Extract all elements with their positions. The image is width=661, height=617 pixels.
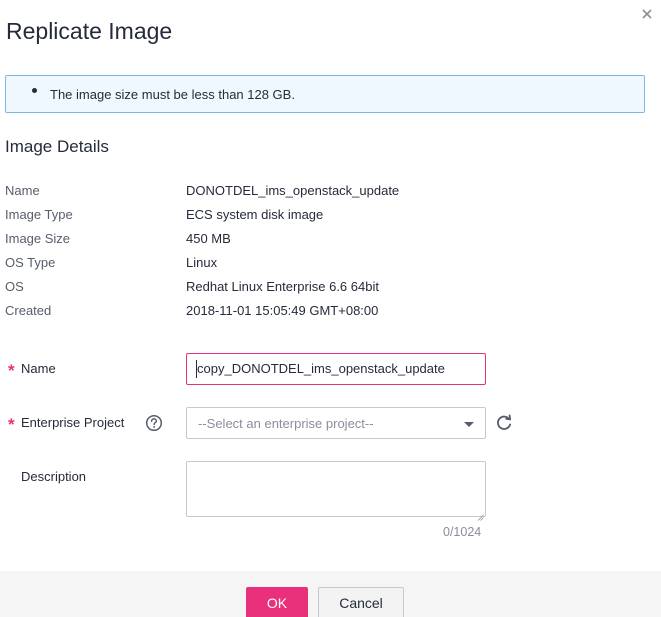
detail-label: Image Size bbox=[5, 231, 71, 246]
detail-row-os: OS Redhat Linux Enterprise 6.6 64bit bbox=[5, 279, 605, 299]
cancel-button[interactable]: Cancel bbox=[318, 587, 404, 617]
detail-row-image-type: Image Type ECS system disk image bbox=[5, 207, 605, 227]
text-cursor bbox=[196, 360, 197, 378]
detail-value: Redhat Linux Enterprise 6.6 64bit bbox=[186, 279, 379, 294]
notice-box: The image size must be less than 128 GB. bbox=[5, 75, 645, 113]
enterprise-project-select[interactable]: --Select an enterprise project-- bbox=[186, 407, 486, 439]
required-mark: * bbox=[8, 415, 15, 434]
chevron-down-icon bbox=[464, 422, 474, 427]
detail-label: OS Type bbox=[5, 255, 56, 270]
section-title-image-details: Image Details bbox=[5, 137, 109, 156]
detail-label: OS bbox=[5, 279, 24, 294]
question-circle-icon[interactable] bbox=[145, 414, 163, 432]
detail-label: Image Type bbox=[5, 207, 73, 222]
description-char-counter: 0/1024 bbox=[443, 525, 482, 539]
detail-label: Created bbox=[5, 303, 52, 318]
dialog-title: Replicate Image bbox=[6, 18, 173, 44]
detail-value: 2018-11-01 15:05:49 GMT+08:00 bbox=[186, 303, 379, 318]
name-input[interactable]: copy_DONOTDEL_ims_openstack_update bbox=[186, 353, 486, 385]
select-placeholder: --Select an enterprise project-- bbox=[198, 416, 374, 431]
bullet-icon bbox=[32, 88, 37, 93]
detail-value: Linux bbox=[186, 255, 218, 270]
detail-label: Name bbox=[5, 183, 40, 198]
name-label: Name bbox=[21, 361, 56, 376]
description-textarea[interactable] bbox=[186, 461, 486, 517]
detail-row-image-size: Image Size 450 MB bbox=[5, 231, 605, 251]
notice-text: The image size must be less than 128 GB. bbox=[50, 87, 295, 102]
close-icon[interactable] bbox=[640, 7, 654, 21]
resize-handle-icon[interactable] bbox=[477, 508, 484, 521]
detail-value: DONOTDEL_ims_openstack_update bbox=[186, 183, 400, 198]
detail-row-created: Created 2018-11-01 15:05:49 GMT+08:00 bbox=[5, 303, 605, 323]
detail-value: ECS system disk image bbox=[186, 207, 324, 222]
enterprise-project-label: Enterprise Project bbox=[21, 415, 125, 430]
ok-button[interactable]: OK bbox=[246, 587, 308, 617]
required-mark: * bbox=[8, 361, 15, 380]
detail-value: 450 MB bbox=[186, 231, 231, 246]
detail-row-name: Name DONOTDEL_ims_openstack_update bbox=[5, 183, 605, 203]
refresh-icon[interactable] bbox=[494, 413, 514, 433]
detail-row-os-type: OS Type Linux bbox=[5, 255, 605, 275]
description-label: Description bbox=[21, 469, 87, 484]
replicate-image-dialog: Replicate Image The image size must be l… bbox=[0, 0, 661, 617]
